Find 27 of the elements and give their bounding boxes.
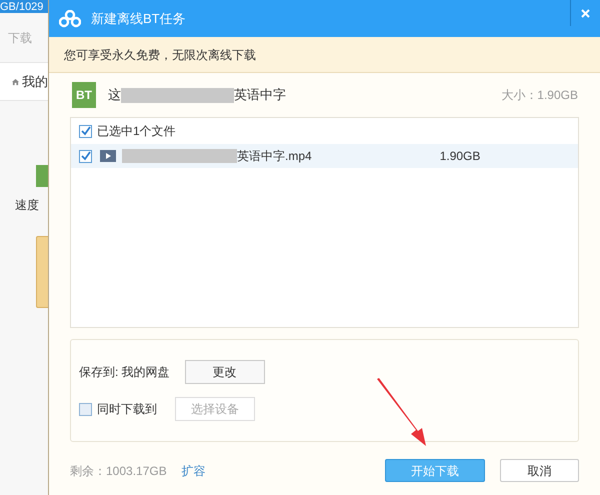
file-size: 1.90GB: [440, 148, 480, 165]
cloud-logo-icon: [59, 10, 81, 28]
file-name: 英语中字.mp4: [237, 148, 312, 165]
file-icon: [36, 165, 48, 187]
dialog-title: 新建离线BT任务: [91, 10, 186, 28]
torrent-name: 英语中字: [234, 86, 286, 104]
notice-text: 您可享受永久免费，无限次离线下载: [64, 46, 256, 64]
cancel-button[interactable]: 取消: [500, 459, 579, 482]
sync-download-label: 同时下载到: [97, 401, 157, 418]
remaining-space: 剩余：1003.17GB: [70, 462, 167, 480]
storage-text: GB/1029: [0, 1, 44, 13]
torrent-name-start: 这: [108, 86, 121, 104]
close-icon[interactable]: [581, 8, 590, 18]
video-icon: [100, 150, 116, 162]
change-button[interactable]: 更改: [184, 360, 265, 384]
checkbox[interactable]: [79, 150, 92, 162]
folder-icon: [36, 236, 48, 308]
file-label: 速度: [14, 197, 40, 214]
select-all-label: 已选中1个文件: [97, 123, 176, 140]
expand-link[interactable]: 扩容: [182, 462, 206, 480]
bt-file-icon: BT: [72, 82, 96, 108]
torrent-size: 大小：1.90GB: [501, 87, 578, 104]
annotation-arrow: [376, 378, 428, 448]
file-row[interactable]: 英语中字.mp4 1.90GB: [71, 144, 578, 168]
save-location-label: 保存到: 我的网盘: [79, 364, 170, 381]
checkbox[interactable]: [79, 402, 92, 416]
checkbox[interactable]: [79, 124, 92, 138]
